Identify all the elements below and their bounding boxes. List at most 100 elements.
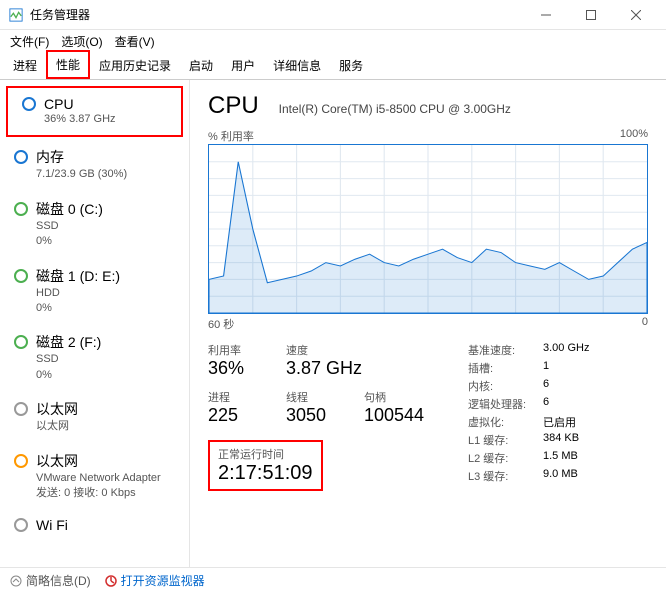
sidebar-item-title: Wi Fi bbox=[36, 517, 68, 533]
sidebar-item-0[interactable]: CPU36% 3.87 GHz bbox=[6, 86, 183, 137]
ring-icon bbox=[14, 402, 28, 416]
spec-base: 3.00 GHz bbox=[543, 342, 589, 358]
uptime-box: 正常运行时间 2:17:51:09 bbox=[208, 440, 323, 491]
menu-file[interactable]: 文件(F) bbox=[4, 31, 55, 52]
spec-virt-label: 虚拟化: bbox=[468, 414, 543, 430]
ring-icon bbox=[14, 518, 28, 532]
util-label: 利用率 bbox=[208, 342, 268, 358]
spec-virt: 已启用 bbox=[543, 414, 576, 430]
tabbar: 进程 性能 应用历史记录 启动 用户 详细信息 服务 bbox=[0, 52, 666, 80]
sidebar-item-sub: HDD bbox=[36, 286, 179, 301]
open-resmon-label: 打开资源监视器 bbox=[121, 572, 205, 589]
tab-startup[interactable]: 启动 bbox=[180, 52, 222, 79]
spec-lproc: 6 bbox=[543, 396, 549, 412]
footer: 简略信息(D) 打开资源监视器 bbox=[0, 567, 666, 593]
sidebar-item-2[interactable]: 磁盘 0 (C:)SSD0% bbox=[0, 191, 189, 258]
sidebar-item-title: 磁盘 2 (F:) bbox=[36, 332, 101, 352]
open-resmon-link[interactable]: 打开资源监视器 bbox=[105, 572, 205, 589]
fewer-details-link[interactable]: 简略信息(D) bbox=[10, 572, 91, 589]
speed-label: 速度 bbox=[286, 342, 362, 358]
cpu-model: Intel(R) Core(TM) i5-8500 CPU @ 3.00GHz bbox=[279, 102, 511, 116]
spec-sockets-label: 插槽: bbox=[468, 360, 543, 376]
spec-l2-label: L2 缓存: bbox=[468, 450, 543, 466]
fewer-details-label: 简略信息(D) bbox=[26, 572, 91, 589]
chevron-up-icon bbox=[10, 575, 22, 587]
titlebar: 任务管理器 bbox=[0, 0, 666, 30]
tab-services[interactable]: 服务 bbox=[330, 52, 372, 79]
window-controls bbox=[523, 0, 658, 30]
proc-value: 225 bbox=[208, 405, 268, 426]
chart-ylabel: % 利用率 bbox=[208, 128, 254, 144]
sidebar-item-1[interactable]: 内存7.1/23.9 GB (30%) bbox=[0, 139, 189, 190]
speed-value: 3.87 GHz bbox=[286, 358, 362, 379]
sidebar-item-4[interactable]: 磁盘 2 (F:)SSD0% bbox=[0, 324, 189, 391]
sidebar-item-title: 以太网 bbox=[36, 451, 78, 471]
window-title: 任务管理器 bbox=[30, 6, 523, 23]
handle-value: 100544 bbox=[364, 405, 424, 426]
chart-xright: 0 bbox=[642, 316, 648, 332]
spec-lproc-label: 逻辑处理器: bbox=[468, 396, 543, 412]
proc-label: 进程 bbox=[208, 389, 268, 405]
sidebar-item-3[interactable]: 磁盘 1 (D: E:)HDD0% bbox=[0, 258, 189, 325]
sidebar-item-sub: SSD bbox=[36, 352, 179, 367]
thread-value: 3050 bbox=[286, 405, 346, 426]
chart-xlabel: 60 秒 bbox=[208, 316, 234, 332]
chart-ymax: 100% bbox=[620, 128, 648, 144]
sidebar-item-5[interactable]: 以太网以太网 bbox=[0, 391, 189, 442]
ring-icon bbox=[22, 97, 36, 111]
thread-label: 线程 bbox=[286, 389, 346, 405]
sidebar-item-sub2: 0% bbox=[36, 301, 179, 316]
spec-l1: 384 KB bbox=[543, 432, 579, 448]
ring-icon bbox=[14, 269, 28, 283]
menu-view[interactable]: 查看(V) bbox=[109, 31, 161, 52]
spec-base-label: 基准速度: bbox=[468, 342, 543, 358]
sidebar-item-sub2: 0% bbox=[36, 368, 179, 383]
page-title: CPU bbox=[208, 92, 259, 120]
sidebar-item-title: 内存 bbox=[36, 147, 64, 167]
tab-app-history[interactable]: 应用历史记录 bbox=[90, 52, 180, 79]
sidebar-item-sub: VMware Network Adapter bbox=[36, 471, 179, 486]
tab-users[interactable]: 用户 bbox=[222, 52, 264, 79]
spec-table: 基准速度:3.00 GHz 插槽:1 内核:6 逻辑处理器:6 虚拟化:已启用 … bbox=[468, 342, 648, 491]
spec-cores-label: 内核: bbox=[468, 378, 543, 394]
tab-details[interactable]: 详细信息 bbox=[264, 52, 330, 79]
spec-l2: 1.5 MB bbox=[543, 450, 578, 466]
sidebar-item-title: 以太网 bbox=[36, 399, 78, 419]
sidebar-item-sub: 7.1/23.9 GB (30%) bbox=[36, 167, 179, 182]
spec-sockets: 1 bbox=[543, 360, 549, 376]
sidebar-item-sub: SSD bbox=[36, 219, 179, 234]
uptime-value: 2:17:51:09 bbox=[218, 462, 313, 485]
uptime-label: 正常运行时间 bbox=[218, 446, 313, 462]
util-value: 36% bbox=[208, 358, 268, 379]
menu-options[interactable]: 选项(O) bbox=[55, 31, 108, 52]
sidebar-item-sub: 36% 3.87 GHz bbox=[44, 112, 171, 127]
ring-icon bbox=[14, 335, 28, 349]
menubar: 文件(F) 选项(O) 查看(V) bbox=[0, 30, 666, 52]
app-icon bbox=[8, 7, 24, 23]
sidebar-item-title: CPU bbox=[44, 96, 74, 112]
sidebar: CPU36% 3.87 GHz内存7.1/23.9 GB (30%)磁盘 0 (… bbox=[0, 80, 190, 567]
sidebar-item-sub2: 发送: 0 接收: 0 Kbps bbox=[36, 486, 179, 501]
spec-l3-label: L3 缓存: bbox=[468, 468, 543, 484]
minimize-button[interactable] bbox=[523, 0, 568, 30]
tab-processes[interactable]: 进程 bbox=[4, 52, 46, 79]
spec-cores: 6 bbox=[543, 378, 549, 394]
close-button[interactable] bbox=[613, 0, 658, 30]
resmon-icon bbox=[105, 575, 117, 587]
sidebar-item-6[interactable]: 以太网VMware Network Adapter发送: 0 接收: 0 Kbp… bbox=[0, 443, 189, 510]
main-panel: CPU Intel(R) Core(TM) i5-8500 CPU @ 3.00… bbox=[190, 80, 666, 567]
sidebar-item-7[interactable]: Wi Fi bbox=[0, 509, 189, 541]
sidebar-item-title: 磁盘 0 (C:) bbox=[36, 199, 103, 219]
cpu-chart bbox=[208, 144, 648, 314]
handle-label: 句柄 bbox=[364, 389, 424, 405]
sidebar-item-sub2: 0% bbox=[36, 234, 179, 249]
spec-l3: 9.0 MB bbox=[543, 468, 578, 484]
ring-icon bbox=[14, 150, 28, 164]
sidebar-item-title: 磁盘 1 (D: E:) bbox=[36, 266, 120, 286]
ring-icon bbox=[14, 202, 28, 216]
ring-icon bbox=[14, 454, 28, 468]
spec-l1-label: L1 缓存: bbox=[468, 432, 543, 448]
sidebar-item-sub: 以太网 bbox=[36, 419, 179, 434]
maximize-button[interactable] bbox=[568, 0, 613, 30]
tab-performance[interactable]: 性能 bbox=[46, 50, 90, 79]
